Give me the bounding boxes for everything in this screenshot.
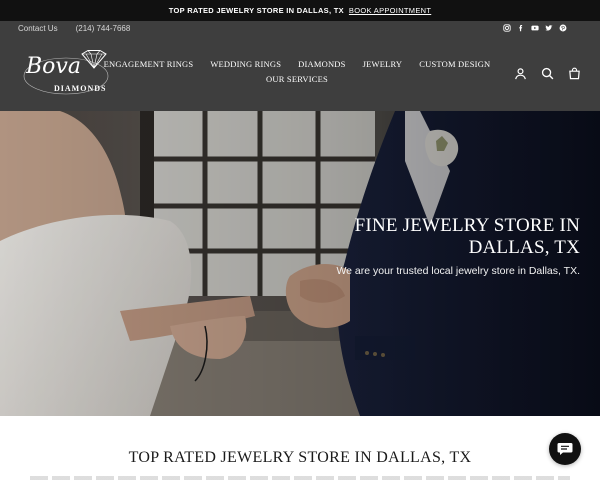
bova-diamonds-logo[interactable]: Bova DIAMONDS — [20, 50, 112, 98]
nav-row-secondary: OUR SERVICES — [118, 74, 476, 89]
section-title: TOP RATED JEWELRY STORE IN DALLAS, TX — [128, 449, 472, 466]
instagram-icon[interactable] — [503, 24, 511, 32]
main-navigation: ENGAGEMENT RINGS WEDDING RINGS DIAMONDS … — [104, 59, 491, 89]
search-icon[interactable] — [541, 67, 554, 80]
nav-item-diamonds[interactable]: DIAMONDS — [298, 59, 345, 74]
cropped-paragraph-text — [30, 476, 570, 480]
header-actions — [514, 67, 581, 80]
pinterest-icon[interactable] — [559, 24, 567, 32]
cart-icon[interactable] — [568, 67, 581, 80]
site-header: Contact Us (214) 744-7668 Bova DIAMONDS — [0, 21, 600, 111]
nav-item-jewelry[interactable]: JEWELRY — [363, 59, 403, 74]
utility-bar: Contact Us (214) 744-7668 — [18, 24, 130, 33]
chat-widget-button[interactable] — [549, 433, 581, 465]
logo-sub-text: DIAMONDS — [54, 84, 107, 93]
book-appointment-link[interactable]: BOOK APPOINTMENT — [349, 6, 431, 15]
facebook-icon[interactable] — [517, 24, 525, 32]
twitter-icon[interactable] — [545, 24, 553, 32]
hero-title: FINE JEWELRY STORE IN DALLAS, TX — [354, 215, 580, 258]
nav-item-engagement-rings[interactable]: ENGAGEMENT RINGS — [104, 59, 194, 74]
nav-item-custom-design[interactable]: CUSTOM DESIGN — [419, 59, 490, 74]
account-icon[interactable] — [514, 67, 527, 80]
social-links — [503, 24, 567, 32]
announcement-bar: TOP RATED JEWELRY STORE IN DALLAS, TX BO… — [0, 0, 600, 21]
nav-item-wedding-rings[interactable]: WEDDING RINGS — [210, 59, 281, 74]
youtube-icon[interactable] — [531, 24, 539, 32]
hero-subtitle: We are your trusted local jewelry store … — [336, 265, 580, 277]
hero-banner: FINE JEWELRY STORE IN DALLAS, TX We are … — [0, 111, 600, 416]
phone-link[interactable]: (214) 744-7668 — [76, 24, 131, 33]
announcement-text: TOP RATED JEWELRY STORE IN DALLAS, TX — [168, 6, 344, 15]
nav-row-primary: ENGAGEMENT RINGS WEDDING RINGS DIAMONDS … — [104, 59, 491, 74]
chat-bubble-icon — [557, 443, 573, 455]
nav-item-our-services[interactable]: OUR SERVICES — [266, 74, 328, 89]
logo-script-text: Bova — [26, 54, 81, 79]
contact-us-link[interactable]: Contact Us — [18, 24, 58, 33]
hero-photo — [0, 111, 600, 416]
